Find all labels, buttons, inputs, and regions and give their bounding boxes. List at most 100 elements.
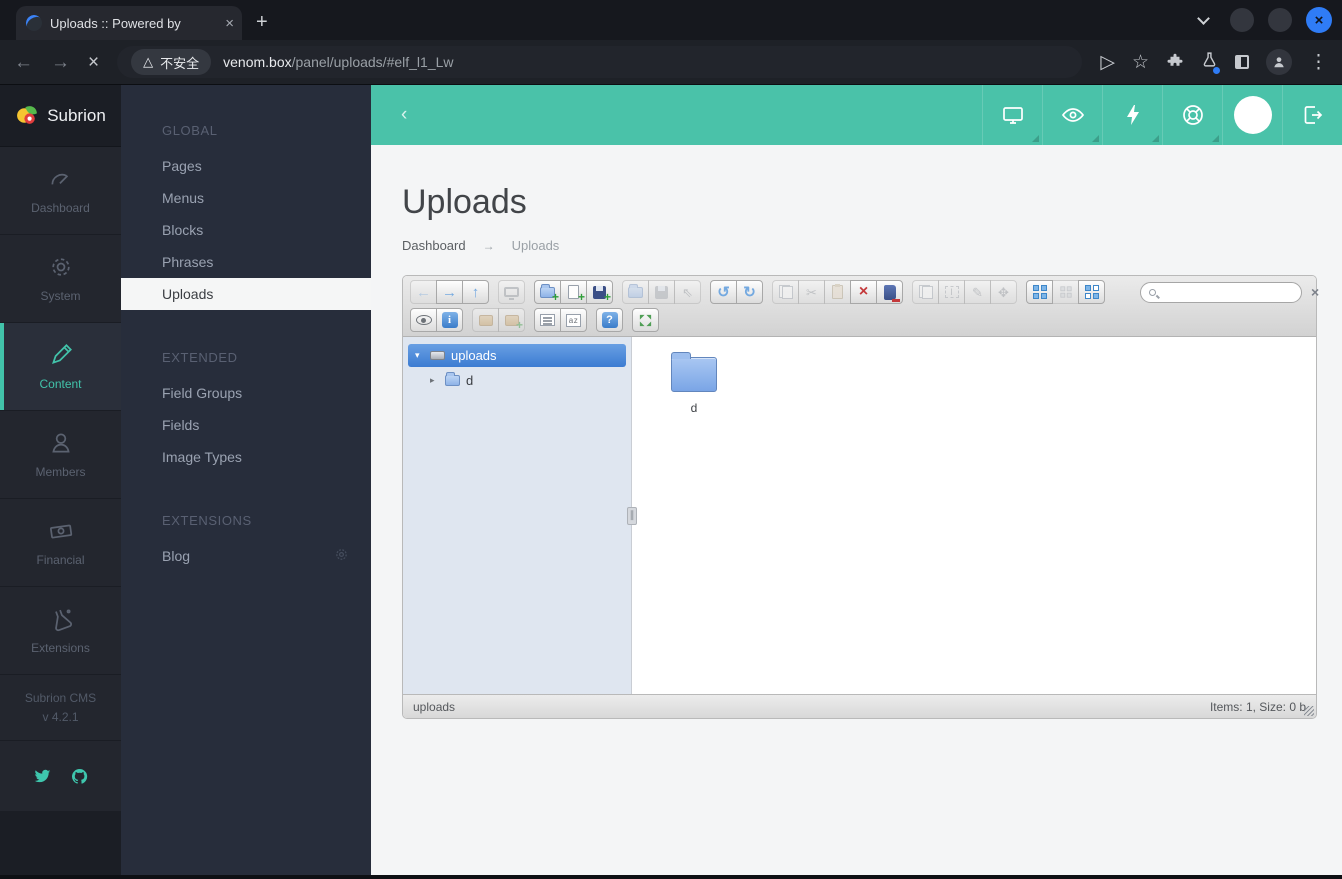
fm-extract-button[interactable]: + — [498, 308, 525, 332]
tab-search-chevron-icon[interactable] — [1197, 11, 1210, 25]
fm-back-button[interactable]: ← — [410, 280, 437, 304]
fm-view-small-button[interactable] — [1052, 280, 1079, 304]
fm-view-mixed-button[interactable] — [1078, 280, 1105, 304]
fm-list-view-button[interactable] — [534, 308, 561, 332]
fm-save-button[interactable] — [648, 280, 675, 304]
list-view-icon — [540, 314, 555, 326]
breadcrumb-dashboard[interactable]: Dashboard — [402, 238, 466, 253]
fm-info-button[interactable]: i — [436, 308, 463, 332]
fm-edit-button[interactable]: ✎ — [964, 280, 991, 304]
fm-select-button[interactable]: ⇖ — [674, 280, 701, 304]
fm-netmount-button[interactable] — [498, 280, 525, 304]
menu-item-image-types[interactable]: Image Types — [121, 441, 371, 473]
fm-paste-button[interactable] — [824, 280, 851, 304]
resize-handle[interactable] — [1304, 706, 1314, 716]
search-input[interactable] — [1161, 285, 1293, 299]
sidebar-item-financial[interactable]: Financial — [0, 499, 121, 587]
window-close-button[interactable]: × — [1306, 7, 1332, 33]
fm-forward-button[interactable]: → — [436, 280, 463, 304]
menu-item-field-groups[interactable]: Field Groups — [121, 377, 371, 409]
sidebar-item-content[interactable]: Content — [0, 323, 121, 411]
menu-item-phrases[interactable]: Phrases — [121, 246, 371, 278]
collapse-sidebar-icon[interactable]: ‹ — [401, 104, 407, 126]
fm-search-box[interactable] — [1140, 281, 1302, 303]
fm-new-folder-button[interactable]: + — [534, 280, 561, 304]
fm-open-button[interactable] — [622, 280, 649, 304]
profile-avatar[interactable] — [1266, 49, 1292, 75]
minimize-button[interactable] — [1230, 8, 1254, 32]
twitter-icon[interactable] — [34, 768, 51, 785]
blog-settings-gear-icon[interactable] — [334, 547, 349, 565]
sidebar-item-extensions[interactable]: Extensions — [0, 587, 121, 675]
help-button[interactable] — [1162, 85, 1222, 145]
tab-close-icon[interactable]: × — [225, 16, 234, 31]
file-list-area[interactable]: d — [632, 337, 1316, 694]
fm-resize-button[interactable]: ✥ — [990, 280, 1017, 304]
fullscreen-arrows-icon — [639, 314, 652, 326]
caret-closed-icon[interactable]: ▸ — [430, 375, 439, 386]
sidebar-item-dashboard[interactable]: Dashboard — [0, 147, 121, 235]
caret-open-icon[interactable]: ▾ — [415, 350, 424, 361]
new-tab-button[interactable]: + — [256, 11, 268, 40]
sidebar-item-label: Extensions — [31, 641, 90, 655]
file-name: d — [690, 401, 698, 415]
browser-tab[interactable]: Uploads :: Powered by × — [16, 6, 242, 40]
fm-copy-button[interactable] — [772, 280, 799, 304]
fm-redo-button[interactable]: ↻ — [736, 280, 763, 304]
small-grid-view-icon — [1059, 286, 1072, 298]
side-panel-icon[interactable] — [1235, 55, 1249, 69]
quick-actions-button[interactable] — [1102, 85, 1162, 145]
sidebar-item-members[interactable]: Members — [0, 411, 121, 499]
fm-sort-button[interactable]: az — [560, 308, 587, 332]
scissors-icon: ✂ — [806, 284, 817, 300]
logout-button[interactable] — [1282, 85, 1342, 145]
visit-site-button[interactable] — [982, 85, 1042, 145]
bookmark-star-icon[interactable]: ☆ — [1132, 53, 1149, 72]
file-item-d[interactable]: d — [658, 349, 730, 415]
flask-extension-icon[interactable] — [1201, 51, 1220, 74]
fm-duplicate-button[interactable] — [912, 280, 939, 304]
fm-help-button[interactable]: ? — [596, 308, 623, 332]
menu-item-blog[interactable]: Blog — [121, 540, 371, 572]
rename-icon: I — [944, 286, 959, 298]
fm-up-button[interactable]: ↑ — [462, 280, 489, 304]
breadcrumb: Dashboard → Uploads — [402, 238, 1317, 253]
extensions-puzzle-icon[interactable] — [1166, 53, 1184, 71]
github-icon[interactable] — [71, 768, 88, 785]
forward-icon[interactable]: → — [51, 53, 70, 72]
fm-new-file-button[interactable]: + — [560, 280, 587, 304]
subrion-logo[interactable]: Subrion — [0, 85, 121, 147]
fm-fullscreen-button[interactable] — [632, 308, 659, 332]
menu-item-uploads[interactable]: Uploads — [121, 278, 371, 310]
menu-item-pages[interactable]: Pages — [121, 150, 371, 182]
security-chip[interactable]: △ 不安全 — [131, 49, 212, 75]
back-icon[interactable]: ← — [14, 53, 33, 72]
send-icon[interactable]: ▷ — [1100, 53, 1115, 72]
url-bar[interactable]: △ 不安全 venom.box/panel/uploads/#elf_l1_Lw — [117, 46, 1083, 78]
user-menu-button[interactable] — [1222, 85, 1282, 145]
menu-item-menus[interactable]: Menus — [121, 182, 371, 214]
lifebuoy-icon — [1182, 105, 1203, 125]
fm-upload-button[interactable]: + — [586, 280, 613, 304]
fm-cut-button[interactable]: ✂ — [798, 280, 825, 304]
maximize-button[interactable] — [1268, 8, 1292, 32]
fm-delete-button[interactable]: × — [850, 280, 877, 304]
tree-splitter-handle[interactable]: ∥ — [627, 506, 637, 525]
browser-menu-icon[interactable]: ⋮ — [1309, 53, 1328, 72]
tree-item-uploads[interactable]: ▾ uploads — [408, 344, 626, 367]
sidebar-item-system[interactable]: System — [0, 235, 121, 323]
fm-close-icon[interactable]: × — [1311, 284, 1319, 300]
sidebar-item-label: Members — [35, 465, 86, 479]
fm-archive-button[interactable] — [472, 308, 499, 332]
tree-item-d[interactable]: ▸ d — [403, 369, 631, 392]
fm-rename-button[interactable]: I — [938, 280, 965, 304]
stop-icon[interactable]: × — [88, 53, 99, 72]
fm-empty-folder-button[interactable] — [876, 280, 903, 304]
preview-button[interactable] — [1042, 85, 1102, 145]
fm-preview-button[interactable] — [410, 308, 437, 332]
search-icon — [1149, 288, 1156, 296]
menu-item-fields[interactable]: Fields — [121, 409, 371, 441]
fm-view-icons-button[interactable] — [1026, 280, 1053, 304]
menu-item-blocks[interactable]: Blocks — [121, 214, 371, 246]
fm-undo-button[interactable]: ↺ — [710, 280, 737, 304]
